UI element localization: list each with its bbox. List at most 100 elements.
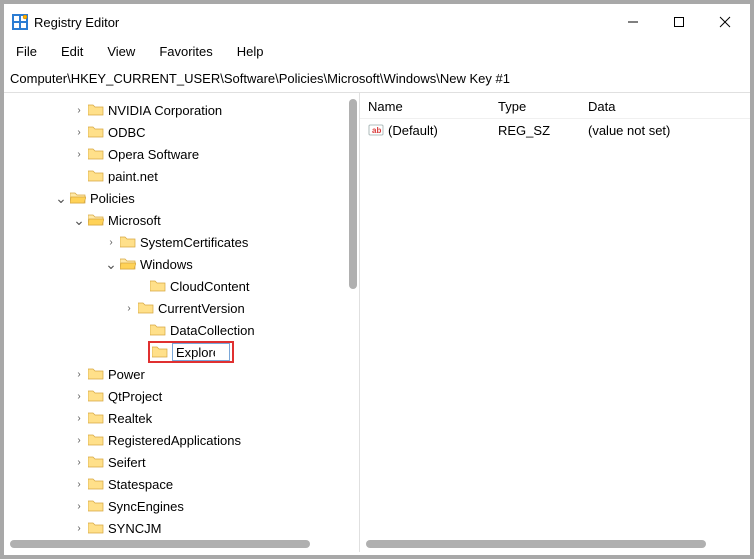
tree-node-label: CloudContent [170, 279, 250, 294]
chevron-right-icon[interactable]: › [72, 149, 86, 160]
chevron-right-icon[interactable]: › [72, 413, 86, 424]
folder-icon [88, 147, 104, 161]
tree-node[interactable]: › NVIDIA Corporation [4, 99, 359, 121]
tree-node[interactable]: › SYNCJM [4, 517, 359, 539]
menu-help[interactable]: Help [233, 42, 274, 61]
tree-node-label: SYNCJM [108, 521, 161, 536]
folder-open-icon [120, 257, 136, 271]
menu-file[interactable]: File [12, 42, 47, 61]
tree-vertical-scrollbar[interactable] [349, 99, 357, 289]
tree-node[interactable]: › Power [4, 363, 359, 385]
tree-node-label: SystemCertificates [140, 235, 248, 250]
minimize-button[interactable] [610, 7, 656, 37]
tree-node-label: DataCollection [170, 323, 255, 338]
folder-icon [120, 235, 136, 249]
chevron-right-icon[interactable]: › [72, 501, 86, 512]
chevron-right-icon[interactable]: › [72, 127, 86, 138]
folder-icon [88, 169, 104, 183]
column-header-data[interactable]: Data [588, 99, 750, 118]
tree-node[interactable]: › Statespace [4, 473, 359, 495]
chevron-right-icon[interactable]: › [122, 303, 136, 314]
folder-icon [150, 279, 166, 293]
tree-node-label: Policies [90, 191, 135, 206]
chevron-right-icon[interactable]: › [72, 479, 86, 490]
value-list-pane[interactable]: Name Type Data ab (Default) REG_SZ(value n… [360, 93, 750, 552]
maximize-button[interactable] [656, 7, 702, 37]
folder-open-icon [88, 213, 104, 227]
folder-open-icon [70, 191, 86, 205]
chevron-down-icon[interactable]: ⌄ [104, 256, 118, 273]
chevron-right-icon[interactable]: › [72, 435, 86, 446]
chevron-right-icon[interactable]: › [104, 237, 118, 248]
tree-pane[interactable]: › NVIDIA Corporation › ODBC ›Opera Software p… [4, 93, 360, 552]
tree-node[interactable]: ⌄ Microsoft [4, 209, 359, 231]
tree-node[interactable]: › QtProject [4, 385, 359, 407]
tree-node[interactable]: › Seifert [4, 451, 359, 473]
tree-node-label: NVIDIA Corporation [108, 103, 222, 118]
rename-input[interactable] [172, 343, 230, 361]
tree-node-label: Seifert [108, 455, 146, 470]
address-bar[interactable]: Computer\HKEY_CURRENT_USER\Software\Poli… [4, 67, 750, 93]
value-data: (value not set) [588, 123, 750, 138]
tree-node[interactable]: ⌄ Policies [4, 187, 359, 209]
tree-node-label: Windows [140, 257, 193, 272]
tree-node[interactable]: › RegisteredApplications [4, 429, 359, 451]
tree-node-label: Statespace [108, 477, 173, 492]
close-button[interactable] [702, 7, 748, 37]
chevron-down-icon[interactable]: ⌄ [54, 190, 68, 207]
tree-node-label: QtProject [108, 389, 162, 404]
folder-icon [152, 345, 168, 359]
folder-icon [88, 389, 104, 403]
regedit-icon [12, 14, 28, 30]
chevron-right-icon[interactable]: › [72, 391, 86, 402]
tree-node-label: Power [108, 367, 145, 382]
chevron-right-icon[interactable]: › [72, 523, 86, 534]
main-panes: › NVIDIA Corporation › ODBC ›Opera Software p… [4, 93, 750, 552]
tree-node[interactable]: › ODBC [4, 121, 359, 143]
folder-icon [150, 323, 166, 337]
tree-node-label: CurrentVersion [158, 301, 245, 316]
value-type: REG_SZ [498, 123, 588, 138]
chevron-right-icon[interactable]: › [72, 369, 86, 380]
tree-node[interactable]: CloudContent [4, 275, 359, 297]
folder-icon [88, 433, 104, 447]
string-value-icon: ab [368, 122, 384, 138]
title-bar: Registry Editor [4, 4, 750, 40]
column-header-name[interactable]: Name [368, 99, 498, 118]
folder-icon [88, 103, 104, 117]
tree-node[interactable]: DataCollection [4, 319, 359, 341]
list-horizontal-scrollbar[interactable] [366, 540, 706, 548]
folder-icon [88, 125, 104, 139]
tree-node-label: RegisteredApplications [108, 433, 241, 448]
tree-node-label: paint.net [108, 169, 158, 184]
rename-highlight [148, 341, 234, 363]
folder-icon [88, 521, 104, 535]
folder-icon [88, 411, 104, 425]
list-header: Name Type Data [360, 93, 750, 119]
column-header-type[interactable]: Type [498, 99, 588, 118]
tree-horizontal-scrollbar[interactable] [10, 540, 310, 548]
tree-node[interactable]: paint.net [4, 165, 359, 187]
tree-node[interactable]: ›SyncEngines [4, 495, 359, 517]
chevron-down-icon[interactable]: ⌄ [72, 212, 86, 229]
menu-edit[interactable]: Edit [57, 42, 93, 61]
menu-favorites[interactable]: Favorites [155, 42, 222, 61]
svg-text:ab: ab [372, 126, 381, 135]
tree-node-label: Microsoft [108, 213, 161, 228]
tree-node[interactable]: ⌄ Windows [4, 253, 359, 275]
menu-view[interactable]: View [103, 42, 145, 61]
tree-node[interactable] [4, 341, 359, 363]
tree-node-label: Realtek [108, 411, 152, 426]
tree-node[interactable]: › CurrentVersion [4, 297, 359, 319]
tree-node[interactable]: ›Opera Software [4, 143, 359, 165]
chevron-right-icon[interactable]: › [72, 457, 86, 468]
tree-node[interactable]: › Realtek [4, 407, 359, 429]
value-name: (Default) [388, 123, 438, 138]
chevron-right-icon[interactable]: › [72, 105, 86, 116]
value-row[interactable]: ab (Default) REG_SZ(value not set) [360, 119, 750, 141]
folder-icon [88, 499, 104, 513]
tree-node-label: ODBC [108, 125, 146, 140]
folder-icon [88, 455, 104, 469]
menu-bar: File Edit View Favorites Help [4, 40, 750, 67]
tree-node[interactable]: › SystemCertificates [4, 231, 359, 253]
